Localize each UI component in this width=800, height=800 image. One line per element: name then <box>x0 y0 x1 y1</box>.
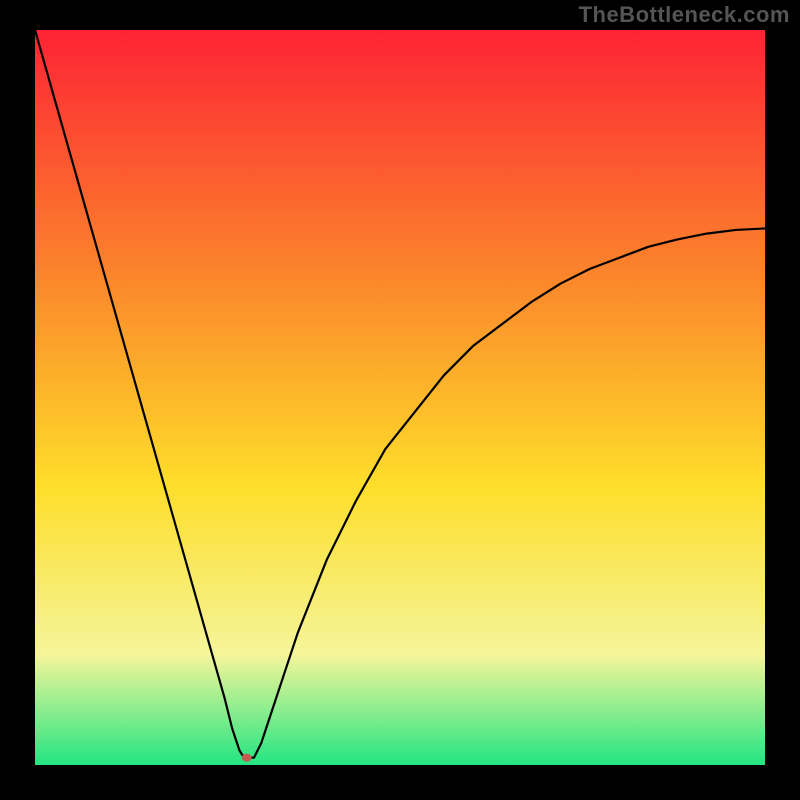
chart-svg <box>35 30 765 765</box>
chart-frame: TheBottleneck.com <box>0 0 800 800</box>
gradient-background <box>35 30 765 765</box>
plot-area <box>35 30 765 765</box>
optimal-point-marker <box>242 754 252 762</box>
watermark-text: TheBottleneck.com <box>579 2 790 28</box>
